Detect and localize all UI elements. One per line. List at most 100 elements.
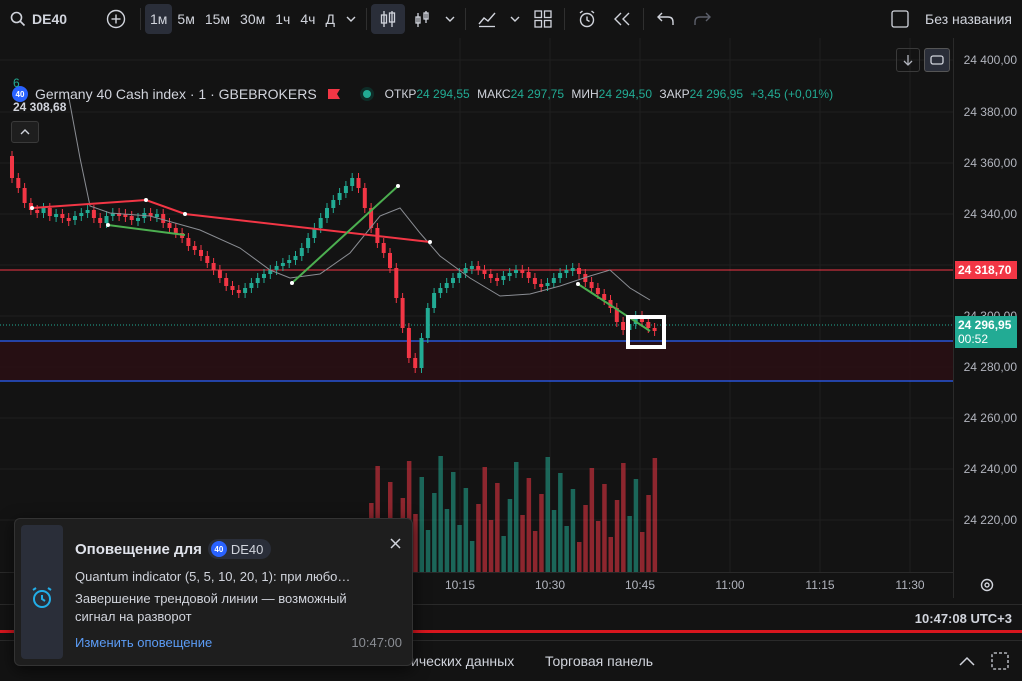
- undo-icon: [656, 12, 674, 25]
- candle-body: [66, 218, 71, 221]
- trend-line-green-1[interactable]: [107, 224, 186, 236]
- price-zone[interactable]: [0, 341, 953, 381]
- interval-button[interactable]: 15м: [200, 4, 235, 34]
- undo-button[interactable]: [648, 4, 684, 34]
- edit-alert-link[interactable]: Изменить оповещение: [75, 635, 212, 650]
- candle-body: [425, 308, 430, 338]
- candle-body: [570, 268, 575, 271]
- candles-icon: [380, 11, 396, 27]
- indicator-templates-button[interactable]: [470, 4, 504, 34]
- volume-bar: [488, 520, 494, 572]
- candle-body: [444, 283, 449, 288]
- volume-bar: [463, 488, 469, 572]
- chart-type-dropdown[interactable]: [439, 4, 461, 34]
- interval-button[interactable]: 4ч: [295, 4, 320, 34]
- interval-button[interactable]: 30м: [235, 4, 270, 34]
- interval-button[interactable]: 5м: [172, 4, 199, 34]
- volume-bar: [482, 467, 487, 572]
- buy-sell-down-button[interactable]: [896, 48, 920, 72]
- replay-button[interactable]: [605, 4, 639, 34]
- interval-button[interactable]: 1м: [145, 4, 173, 34]
- high-value: 24 297,75: [510, 87, 564, 101]
- clock[interactable]: 10:47:08 UTC+3: [915, 611, 1012, 626]
- indicators-button[interactable]: [405, 4, 439, 34]
- volume-bar: [526, 478, 532, 572]
- candle-body: [337, 193, 342, 200]
- alert-time: 10:47:00: [351, 635, 402, 650]
- top-toolbar: DE40 1м 5м 15м 30м 1ч 4ч Д Без названия: [0, 0, 1022, 39]
- chart-settings-button[interactable]: [975, 574, 999, 596]
- layout-name-button[interactable]: Без названия: [885, 4, 1022, 34]
- candle-body: [136, 218, 140, 221]
- candle-body: [457, 273, 462, 278]
- redo-icon: [694, 12, 711, 25]
- candle-body: [85, 210, 90, 213]
- candle-body: [280, 263, 285, 266]
- alert-close-button[interactable]: [385, 533, 405, 553]
- indicator-value: 6: [13, 76, 20, 90]
- symbol-search[interactable]: DE40: [0, 4, 96, 34]
- candle-body: [10, 156, 14, 178]
- candle-body: [507, 273, 512, 276]
- low-label: МИН: [571, 87, 599, 101]
- time-label: 10:30: [534, 578, 566, 592]
- candle-body: [331, 200, 336, 208]
- redo-button[interactable]: [684, 4, 720, 34]
- alert-button[interactable]: [569, 4, 605, 34]
- chart-canvas[interactable]: [0, 38, 953, 572]
- compare-button[interactable]: [96, 4, 136, 34]
- layout-grid-button[interactable]: [526, 4, 560, 34]
- chart-type-candles-button[interactable]: [370, 4, 405, 34]
- candle-body: [318, 218, 323, 228]
- grid-icon: [534, 10, 552, 28]
- volume-bar: [608, 537, 613, 572]
- alert-notification[interactable]: Оповещение для 40 DE40 Quantum indicator…: [14, 518, 413, 666]
- volume-bar: [640, 532, 645, 572]
- volume-bar: [551, 510, 557, 572]
- alert-sidebar: [21, 525, 63, 659]
- candle-body: [224, 278, 229, 286]
- candle-body: [388, 253, 392, 268]
- maximize-panel-button[interactable]: [988, 649, 1012, 673]
- candle-body: [406, 328, 411, 358]
- alert-symbol-chip[interactable]: 40 DE40: [207, 539, 272, 559]
- candle-body: [577, 268, 581, 274]
- trend-line-green-3[interactable]: [577, 283, 651, 332]
- alert-title: Оповещение для: [75, 540, 202, 558]
- interval-button[interactable]: 1ч: [270, 4, 295, 34]
- chevron-up-icon: [20, 129, 30, 135]
- chart-legend: 40 Germany 40 Cash index · 1 · GBEBROKER…: [12, 86, 833, 102]
- candle-body: [104, 216, 109, 223]
- volume-bar: [633, 479, 639, 572]
- candle-body: [192, 246, 197, 250]
- volume-bar: [413, 514, 418, 572]
- candle-body: [501, 276, 506, 280]
- interval-dropdown[interactable]: [340, 4, 362, 34]
- alarm-clock-icon: [32, 587, 52, 608]
- close-label: ЗАКР: [659, 87, 690, 101]
- candle-body: [438, 288, 443, 293]
- candle-body: [41, 208, 46, 213]
- candle-body: [161, 214, 166, 223]
- volume-bar: [621, 463, 626, 572]
- indicator-templates-dropdown[interactable]: [504, 4, 526, 34]
- tab-trading-panel[interactable]: Торговая панель: [545, 653, 653, 669]
- candle-body: [526, 272, 531, 278]
- collapse-legend-button[interactable]: [11, 121, 39, 143]
- price-label: 24 400,00: [963, 53, 1017, 67]
- object-tree-button[interactable]: [924, 48, 950, 72]
- tab-historical-data[interactable]: ических данных: [411, 653, 514, 669]
- change-value: +3,45 (+0,01%): [750, 87, 834, 101]
- candle-body: [646, 322, 651, 328]
- flag-icon[interactable]: [327, 88, 341, 100]
- candle-body: [488, 274, 493, 278]
- volume-bar: [545, 457, 550, 572]
- symbol-badge: 40: [210, 541, 227, 557]
- candle-body: [621, 322, 626, 330]
- ohlc-values: ОТКР24 294,55 МАКС24 297,75 МИН24 294,50…: [385, 87, 833, 101]
- volume-bar: [577, 542, 582, 572]
- candle-body: [419, 338, 424, 368]
- interval-button[interactable]: Д: [320, 4, 339, 34]
- collapse-panel-button[interactable]: [956, 651, 978, 671]
- legend-title[interactable]: Germany 40 Cash index · 1 · GBEBROKERS: [35, 86, 317, 102]
